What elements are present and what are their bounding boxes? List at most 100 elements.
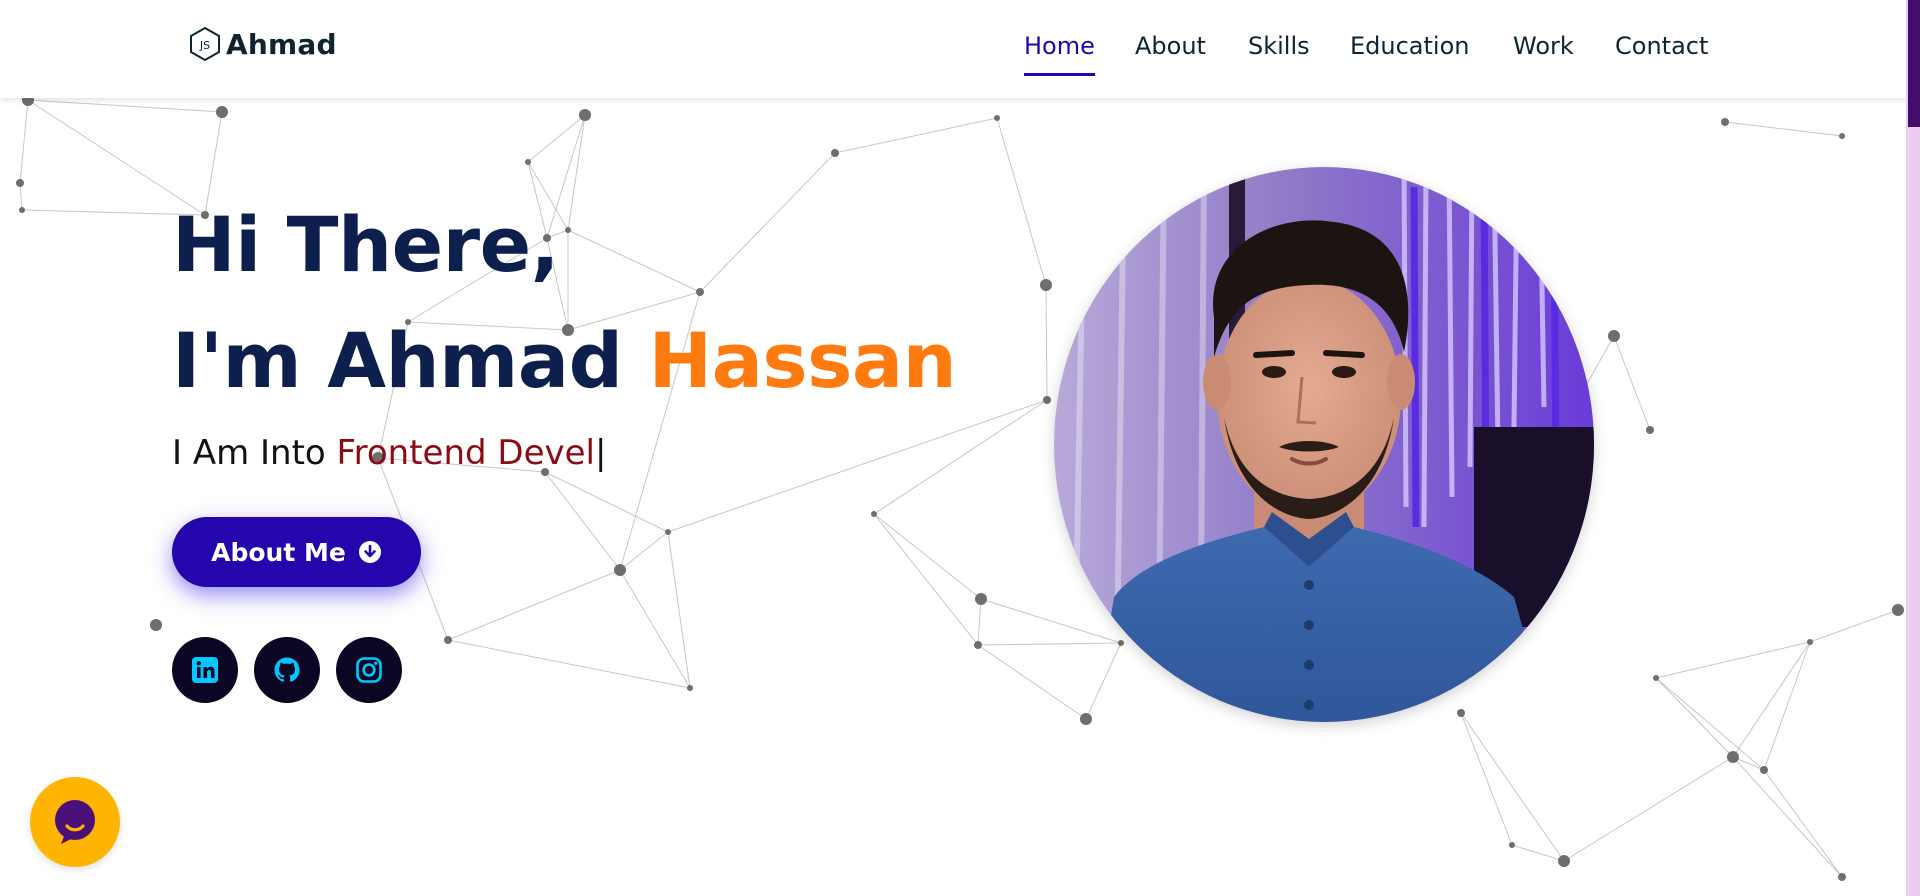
network-edge — [1460, 712, 1513, 846]
nav-education-label: Education — [1350, 32, 1470, 60]
network-node — [994, 115, 1000, 121]
network-edge — [619, 531, 669, 571]
about-me-button-label: About Me — [211, 537, 346, 567]
network-edge — [873, 513, 982, 600]
network-edge — [567, 229, 701, 293]
hero-intro: I'm Ahmad Hassan — [172, 316, 957, 405]
network-edge — [980, 598, 1122, 644]
network-edge — [1655, 677, 1765, 771]
network-edge — [667, 399, 1048, 533]
network-edge — [447, 639, 691, 689]
network-node — [1760, 766, 1768, 774]
hero-intro-name: I'm Ahmad — [172, 316, 623, 405]
network-node — [19, 207, 25, 213]
typed-text: Frontend Devel — [336, 433, 595, 473]
network-node — [1608, 330, 1620, 342]
nav-contact-label: Contact — [1615, 32, 1709, 60]
network-edge — [1563, 756, 1734, 862]
network-edge — [1724, 121, 1843, 137]
network-edge — [447, 569, 621, 641]
typing-cursor: | — [594, 433, 607, 473]
linkedin-icon — [192, 657, 218, 683]
network-node — [1118, 640, 1124, 646]
nav-contact[interactable]: Contact — [1615, 32, 1708, 76]
hero-greeting: Hi There, — [172, 200, 560, 289]
network-node — [444, 636, 452, 644]
page-scrollbar-track[interactable] — [1906, 0, 1920, 896]
network-node — [974, 641, 982, 649]
network-node — [216, 106, 228, 118]
network-node — [696, 288, 704, 296]
network-edge — [834, 117, 998, 154]
network-edge — [1732, 756, 1843, 878]
network-node — [1646, 426, 1654, 434]
social-links — [172, 637, 402, 703]
about-me-button[interactable]: About Me — [172, 517, 421, 587]
network-edge — [1809, 609, 1899, 643]
network-edge — [1460, 712, 1565, 862]
network-node — [525, 159, 531, 165]
network-node — [1838, 873, 1846, 881]
nav-skills-label: Skills — [1248, 32, 1310, 60]
network-edge — [977, 644, 1087, 720]
network-edge — [667, 531, 691, 689]
network-edge — [1732, 641, 1811, 758]
network-node — [150, 619, 162, 631]
nav-home[interactable]: Home — [1024, 32, 1095, 76]
network-edge — [977, 598, 982, 646]
network-node — [1807, 639, 1813, 645]
network-edge — [27, 99, 206, 216]
network-node — [16, 179, 24, 187]
hero-subtitle: I Am Into Frontend Devel| — [172, 433, 606, 473]
network-edge — [1085, 642, 1122, 720]
network-edge — [699, 152, 836, 293]
network-edge — [1511, 844, 1565, 862]
network-node — [665, 529, 671, 535]
network-edge — [1045, 284, 1048, 401]
profile-photo-illustration — [1054, 167, 1594, 722]
logo[interactable]: JS Ahmad — [188, 26, 337, 62]
network-edge — [996, 117, 1047, 286]
network-edge — [1763, 769, 1843, 878]
chat-bubble-icon — [55, 800, 95, 844]
nav-work-label: Work — [1513, 32, 1574, 60]
network-node — [1839, 133, 1845, 139]
network-node — [1080, 713, 1092, 725]
chat-widget-button[interactable] — [30, 777, 120, 867]
github-link[interactable] — [254, 637, 320, 703]
network-node — [614, 564, 626, 576]
site-header: JS Ahmad Home About Skills Education Wor… — [0, 0, 1906, 98]
svg-text:JS: JS — [199, 39, 210, 52]
nav-skills[interactable]: Skills — [1248, 32, 1310, 76]
network-edge — [1613, 335, 1651, 431]
network-node — [1040, 279, 1052, 291]
instagram-link[interactable] — [336, 637, 402, 703]
network-edge — [873, 513, 979, 646]
network-node — [1892, 604, 1904, 616]
network-node — [1653, 675, 1659, 681]
nav-work[interactable]: Work — [1513, 32, 1574, 76]
nav-home-label: Home — [1024, 32, 1095, 60]
network-node — [975, 593, 987, 605]
nav-about-label: About — [1135, 32, 1206, 60]
network-edge — [619, 569, 691, 689]
network-edge — [544, 471, 669, 533]
network-edge — [19, 99, 29, 184]
subtitle-prefix: I Am Into — [172, 433, 326, 473]
nav-education[interactable]: Education — [1350, 32, 1469, 76]
page-scrollbar-thumb[interactable] — [1908, 0, 1920, 127]
network-node — [1043, 396, 1051, 404]
network-node — [687, 685, 693, 691]
network-node — [831, 149, 839, 157]
arrow-circle-down-icon — [358, 541, 381, 563]
network-node — [871, 511, 877, 517]
nav-about[interactable]: About — [1135, 32, 1206, 76]
github-icon — [274, 657, 300, 682]
hero-intro-highlight: Hassan — [648, 316, 957, 405]
linkedin-link[interactable] — [172, 637, 238, 703]
network-node — [565, 227, 571, 233]
network-edge — [567, 114, 586, 231]
network-edge — [1763, 641, 1811, 771]
network-node — [1721, 118, 1729, 126]
nav-active-underline — [1024, 73, 1095, 76]
